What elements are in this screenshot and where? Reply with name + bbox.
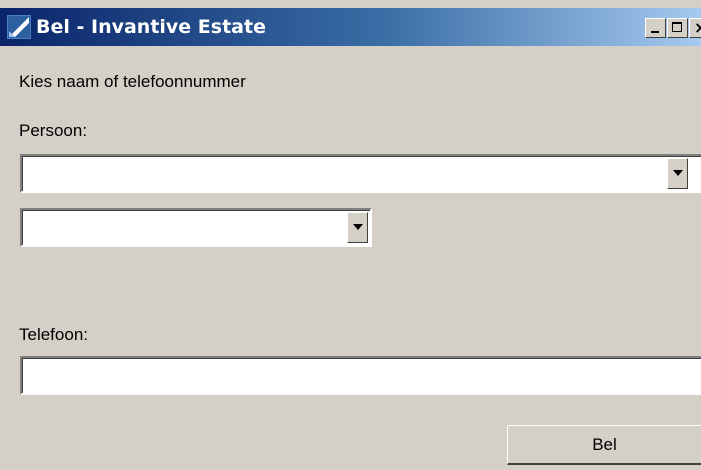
call-button[interactable]: Bel (507, 425, 701, 465)
minimize-button[interactable] (645, 18, 666, 38)
bel-dialog-window: Bel - Invantive Estate × Kies naam of te… (0, 0, 701, 470)
minimize-icon (651, 31, 659, 33)
person-combobox-value (26, 162, 678, 186)
secondary-combobox-value (26, 216, 340, 240)
instruction-text: Kies naam of telefoonnummer (19, 72, 246, 91)
close-button[interactable]: × (689, 18, 701, 38)
phone-label: Telefoon: (19, 325, 88, 344)
app-icon (7, 15, 31, 39)
window-title: Bel - Invantive Estate (36, 16, 266, 38)
maximize-button[interactable] (667, 18, 688, 38)
title-bar[interactable]: Bel - Invantive Estate × (0, 8, 701, 46)
close-icon: × (694, 18, 701, 37)
secondary-dropdown-button[interactable] (347, 212, 368, 243)
person-label: Persoon: (19, 121, 88, 140)
chevron-down-icon (353, 224, 363, 230)
secondary-combobox[interactable] (20, 208, 372, 247)
person-combobox[interactable] (20, 154, 701, 193)
phone-input[interactable] (26, 364, 678, 388)
maximize-icon (672, 22, 682, 32)
phone-field[interactable] (20, 356, 701, 395)
chevron-down-icon (673, 170, 683, 176)
person-dropdown-button[interactable] (667, 158, 688, 189)
